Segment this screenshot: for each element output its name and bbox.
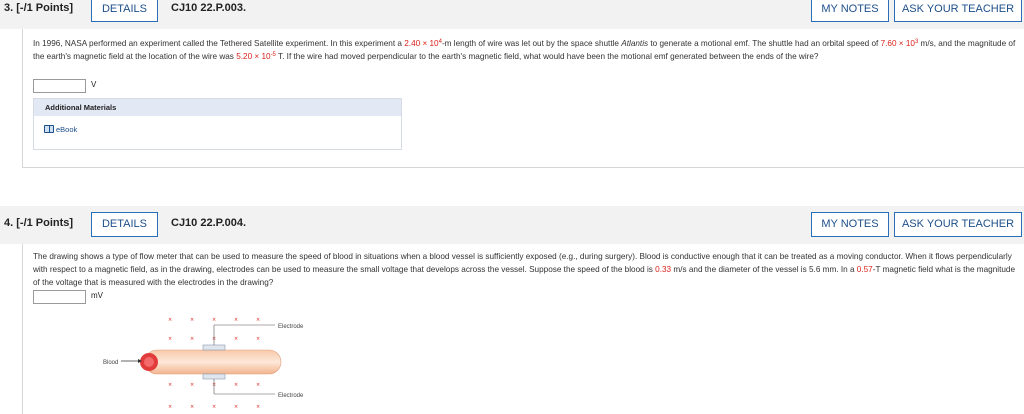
question-4-header: 4. [-/1 Points] DETAILS CJ10 22.P.004. M… [0,206,1024,244]
q4-answer-unit: mV [91,291,103,300]
blood-label: Blood [103,360,118,366]
q3-answer-input[interactable] [33,79,86,93]
q3-ebook-link[interactable]: eBook [44,125,77,134]
electrode-bottom [202,373,226,380]
svg-text:×: × [190,317,194,323]
q3-answer-unit: V [91,80,97,89]
flow-meter-figure: ××××× ××××× ××××× ××××× ××××× Electrode … [95,308,315,414]
q3-additional-materials: Additional Materials eBook [33,98,402,150]
svg-text:×: × [168,336,172,342]
q4-ask-teacher-button[interactable]: ASK YOUR TEACHER [894,212,1022,237]
svg-text:×: × [234,404,238,410]
question-3-body: In 1996, NASA performed an experiment ca… [22,29,1024,168]
q4-details-button[interactable]: DETAILS [91,212,158,237]
svg-text:×: × [256,382,260,388]
electrode-top-label: Electrode [278,324,304,330]
question-3-header: 3. [-/1 Points] DETAILS CJ10 22.P.003. M… [0,0,1024,29]
svg-text:×: × [256,336,260,342]
svg-text:×: × [190,336,194,342]
svg-text:×: × [234,336,238,342]
q4-question-text: The drawing shows a type of flow meter t… [33,252,1016,288]
electrode-bottom-label: Electrode [278,393,304,399]
question-4-number: 4. [-/1 Points] [4,217,74,229]
flow-meter-diagram: ××××× ××××× ××××× ××××× ××××× Electrode … [103,317,304,410]
q3-question-text: In 1996, NASA performed an experiment ca… [33,39,1016,62]
svg-text:×: × [212,404,216,410]
svg-text:×: × [256,404,260,410]
q3-details-button[interactable]: DETAILS [91,0,158,22]
q4-problem-code: CJ10 22.P.004. [171,217,247,229]
svg-text:×: × [168,404,172,410]
q4-my-notes-button[interactable]: MY NOTES [811,212,889,237]
ebook-label: eBook [56,125,78,134]
svg-text:×: × [234,382,238,388]
svg-text:×: × [256,317,260,323]
q3-my-notes-button[interactable]: MY NOTES [811,0,889,22]
blood-vessel [144,349,282,375]
svg-text:×: × [190,404,194,410]
q3-problem-code: CJ10 22.P.003. [171,2,247,14]
svg-text:×: × [190,382,194,388]
electrode-top [202,344,226,351]
svg-text:×: × [168,317,172,323]
question-3-number: 3. [-/1 Points] [4,2,74,14]
svg-text:×: × [168,382,172,388]
q3-ask-teacher-button[interactable]: ASK YOUR TEACHER [894,0,1022,22]
book-icon [44,125,54,133]
svg-text:×: × [234,317,238,323]
additional-materials-heading: Additional Materials [34,99,401,116]
svg-text:×: × [212,317,216,323]
q4-answer-input[interactable] [33,290,86,304]
